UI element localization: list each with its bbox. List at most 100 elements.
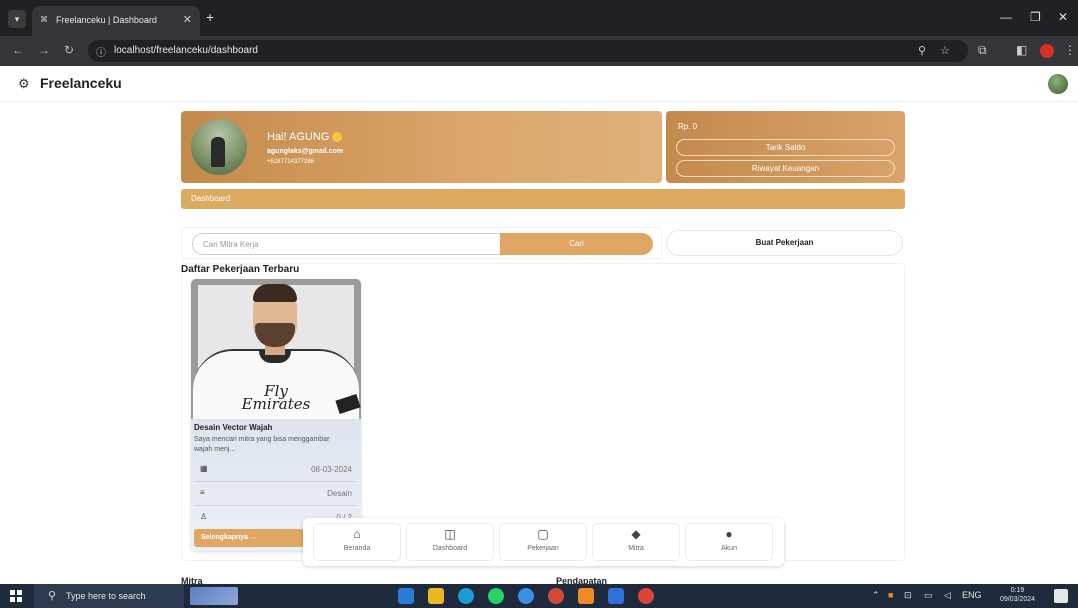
bottom-nav: ⌂ Beranda ◫ Dashboard ▢ Pekerjaan ◆ Mitr… [303, 518, 784, 566]
weather-widget[interactable] [190, 587, 238, 605]
header-avatar[interactable] [1048, 74, 1068, 94]
app-icon-red[interactable] [548, 588, 564, 604]
job-details-button[interactable]: Selengkapnya → [194, 529, 304, 547]
taskbar-search-text: Type here to search [66, 591, 146, 601]
minimize-icon[interactable]: — [1000, 10, 1012, 24]
nav-label: Akun [721, 545, 737, 552]
back-icon[interactable]: ← [12, 43, 24, 57]
extensions-icon[interactable]: ⧉ [978, 43, 987, 58]
job-category: Desain [327, 489, 352, 498]
nav-label: Dashboard [432, 545, 468, 552]
tray-battery-icon[interactable]: ▭ [924, 590, 933, 601]
calendar-icon: ▦ [200, 464, 208, 473]
search-panel: Cari [181, 227, 662, 259]
tray-chevron-icon[interactable]: ⌃ [872, 590, 880, 601]
sponsor-line-2: Emirates [241, 395, 311, 413]
job-category-row: ≡ Desain [194, 487, 356, 501]
profile-greeting: Hai! AGUNG [267, 131, 343, 143]
tab-close-icon[interactable]: ✕ [183, 13, 192, 26]
latest-jobs-title: Daftar Pekerjaan Terbaru [181, 264, 300, 275]
job-date: 08-03-2024 [311, 465, 352, 474]
chrome-icon[interactable] [638, 588, 654, 604]
new-tab-icon[interactable]: + [206, 10, 214, 24]
nav-mitra[interactable]: ◆ Mitra [592, 523, 680, 561]
address-url: localhost/freelanceku/dashboard [114, 45, 258, 56]
create-job-button[interactable]: Buat Pekerjaan [666, 230, 903, 256]
meta-divider [194, 505, 356, 506]
restore-icon[interactable]: ❐ [1030, 10, 1041, 24]
mail-icon[interactable] [608, 588, 624, 604]
tab-title: Freelanceku | Dashboard [56, 15, 157, 25]
address-bar[interactable]: ⓘ localhost/freelanceku/dashboard ⚲ ☆ [88, 40, 968, 62]
profile-extension-icon[interactable] [1040, 44, 1054, 58]
home-icon: ⌂ [353, 527, 361, 541]
brand-name[interactable]: Freelanceku [40, 75, 122, 91]
site-info-icon[interactable]: ⓘ [96, 44, 106, 59]
profile-card: Hai! AGUNG agunglaks@gmail.com +62877143… [181, 111, 662, 183]
job-card[interactable]: Fly Emirates Desain Vector Wajah Saya me… [191, 279, 361, 551]
partner-icon: ◆ [631, 527, 641, 541]
browser-toolbar: ← → ↻ ⓘ localhost/freelanceku/dashboard … [0, 36, 1078, 66]
sidepanel-icon[interactable]: ◧ [1016, 43, 1027, 57]
windows-taskbar: ⚲ Type here to search ⌃ ■ ⊡ ▭ ◁ ENG 0:19… [0, 584, 1078, 608]
browser-tab[interactable]: ⌘ Freelanceku | Dashboard ✕ [32, 6, 200, 36]
withdraw-button[interactable]: Tarik Saldo [676, 139, 895, 156]
edge-icon[interactable] [458, 588, 474, 604]
nav-label: Pekerjaan [527, 545, 559, 552]
zoom-icon[interactable]: ⚲ [918, 44, 926, 57]
browser-icon[interactable] [518, 588, 534, 604]
nav-akun[interactable]: ● Akun [685, 523, 773, 561]
category-icon: ≡ [200, 488, 205, 497]
job-image: Fly Emirates [191, 279, 361, 419]
brand-logo-icon: ⚙ [18, 76, 30, 91]
users-icon: ♙ [200, 512, 208, 521]
job-icon: ▢ [537, 527, 549, 541]
tray-speaker-icon[interactable]: ◁ [944, 590, 951, 601]
xampp-icon[interactable] [578, 588, 594, 604]
job-date-row: ▦ 08-03-2024 [194, 463, 356, 477]
profile-photo [191, 119, 247, 175]
vscode-icon[interactable] [398, 588, 414, 604]
close-window-icon[interactable]: ✕ [1058, 10, 1068, 24]
search-button[interactable]: Cari [500, 233, 653, 255]
bookmark-star-icon[interactable]: ☆ [940, 44, 950, 57]
nav-pekerjaan[interactable]: ▢ Pekerjaan [499, 523, 587, 561]
windows-start-icon[interactable] [10, 590, 22, 602]
photo-figure [211, 137, 225, 167]
tab-favicon-icon: ⌘ [40, 15, 48, 24]
search-icon: ⚲ [48, 590, 57, 602]
dashboard-breadcrumb-label: Dashboard [191, 194, 231, 203]
tray-language[interactable]: ENG [962, 590, 982, 600]
forward-icon[interactable]: → [38, 43, 50, 57]
nav-label: Mitra [628, 545, 644, 552]
tray-network-icon[interactable]: ⊡ [904, 590, 912, 601]
job-title: Desain Vector Wajah [194, 423, 273, 432]
browser-menu-icon[interactable]: ⋮ [1064, 43, 1076, 57]
notification-icon[interactable] [1054, 589, 1068, 603]
profile-phone: +6287714377286 [267, 159, 314, 165]
app-header: ⚙ Freelanceku [0, 66, 1078, 102]
balance-amount: Rp. 0 [678, 122, 698, 131]
search-partner-input[interactable] [192, 233, 501, 255]
reload-icon[interactable]: ↻ [64, 43, 74, 57]
wave-hand-icon [332, 132, 343, 143]
taskbar-search[interactable]: ⚲ Type here to search [34, 584, 184, 608]
nav-label: Beranda [343, 545, 371, 552]
job-description: Saya mencari mitra yang bisa menggambar … [194, 436, 330, 453]
whatsapp-icon[interactable] [488, 588, 504, 604]
browser-tab-strip: ▾ ⌘ Freelanceku | Dashboard ✕ + — ❐ ✕ [0, 0, 1078, 36]
clock-date: 09/03/2024 [1000, 596, 1036, 603]
greeting-text: Hai! AGUNG [267, 131, 330, 143]
dashboard-icon: ◫ [444, 527, 456, 541]
finance-history-button[interactable]: Riwayat Keuangan [676, 160, 895, 177]
nav-beranda[interactable]: ⌂ Beranda [313, 523, 401, 561]
meta-divider [194, 481, 356, 482]
tray-app-icon[interactable]: ■ [888, 590, 893, 600]
taskbar-clock[interactable]: 0:19 09/03/2024 [1000, 586, 1035, 604]
profile-email: agunglaks@gmail.com [267, 148, 344, 155]
balance-card: Rp. 0 Tarik Saldo Riwayat Keuangan [666, 111, 905, 183]
tab-search-icon[interactable]: ▾ [8, 10, 26, 28]
clock-time: 0:19 [1010, 587, 1025, 594]
file-explorer-icon[interactable] [428, 588, 444, 604]
nav-dashboard[interactable]: ◫ Dashboard [406, 523, 494, 561]
